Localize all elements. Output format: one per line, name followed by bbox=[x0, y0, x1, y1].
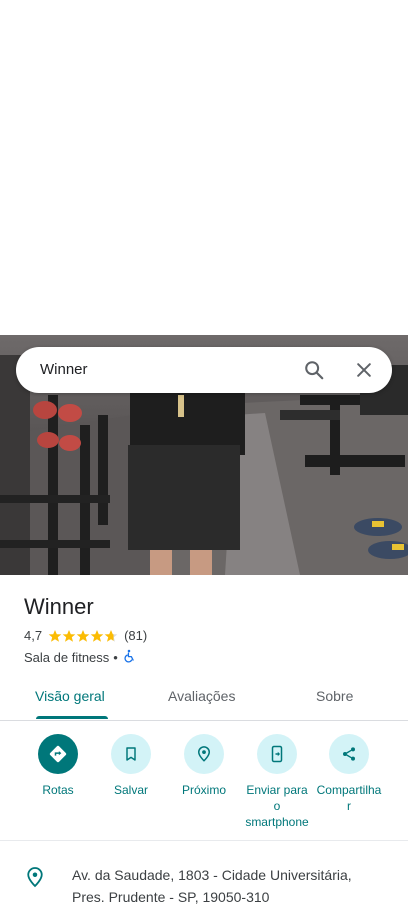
star-icon bbox=[62, 629, 76, 642]
address-line-2: Pres. Prudente - SP, 19050-310 bbox=[72, 889, 270, 905]
send-to-phone-label: Enviar para o smartphone bbox=[245, 782, 308, 830]
share-button[interactable]: Compartilha r bbox=[309, 734, 389, 814]
share-icon bbox=[329, 734, 369, 774]
search-icon[interactable] bbox=[302, 358, 326, 382]
rating-value: 4,7 bbox=[24, 628, 43, 643]
star-half-icon bbox=[104, 629, 118, 642]
rating-row[interactable]: 4,7 (81) bbox=[24, 628, 147, 643]
directions-label: Rotas bbox=[42, 783, 74, 797]
close-icon[interactable] bbox=[352, 358, 376, 382]
nearby-button[interactable]: Próximo bbox=[164, 734, 244, 798]
share-label: Compartilha r bbox=[317, 782, 382, 814]
share-label-line-1: Compartilha bbox=[316, 783, 382, 797]
address-text: Av. da Saudade, 1803 - Cidade Universitá… bbox=[72, 864, 382, 908]
bookmark-icon bbox=[111, 734, 151, 774]
action-buttons: Rotas Salvar Próximo Enviar para o smart… bbox=[0, 734, 408, 840]
tab-reviews[interactable]: Avaliações bbox=[168, 688, 235, 704]
separator: • bbox=[113, 650, 118, 665]
star-icon bbox=[90, 629, 104, 642]
section-divider bbox=[0, 840, 408, 841]
nearby-icon bbox=[184, 734, 224, 774]
star-icon bbox=[48, 629, 62, 642]
save-button[interactable]: Salvar bbox=[91, 734, 171, 798]
active-tab-indicator bbox=[36, 716, 108, 719]
place-title: Winner bbox=[24, 594, 94, 619]
rating-stars bbox=[48, 629, 118, 643]
tab-bar: Visão geral Avaliações Sobre bbox=[0, 680, 408, 721]
star-icon bbox=[76, 629, 90, 642]
tab-overview[interactable]: Visão geral bbox=[35, 688, 105, 704]
category-row: Sala de fitness • bbox=[24, 649, 136, 666]
tab-about[interactable]: Sobre bbox=[316, 688, 353, 704]
send-label-line-3: smartphone bbox=[245, 815, 309, 829]
send-to-phone-button[interactable]: Enviar para o smartphone bbox=[237, 734, 317, 830]
share-label-line-2: r bbox=[346, 799, 351, 813]
reviews-count[interactable]: (81) bbox=[124, 628, 147, 643]
nearby-label: Próximo bbox=[181, 783, 226, 797]
send-to-phone-icon bbox=[257, 734, 297, 774]
directions-button[interactable]: Rotas bbox=[18, 734, 98, 798]
search-bar[interactable]: Winner bbox=[16, 347, 392, 393]
location-pin-icon bbox=[26, 866, 44, 893]
send-label-line-1: Enviar para bbox=[246, 783, 308, 797]
send-label-line-2: o bbox=[273, 799, 281, 813]
wheelchair-icon[interactable] bbox=[122, 649, 136, 666]
directions-icon bbox=[38, 734, 78, 774]
address-line-1: Av. da Saudade, 1803 - Cidade Universitá… bbox=[72, 867, 352, 883]
save-label: Salvar bbox=[113, 783, 148, 797]
place-category: Sala de fitness bbox=[24, 650, 110, 665]
search-input[interactable]: Winner bbox=[40, 361, 88, 378]
